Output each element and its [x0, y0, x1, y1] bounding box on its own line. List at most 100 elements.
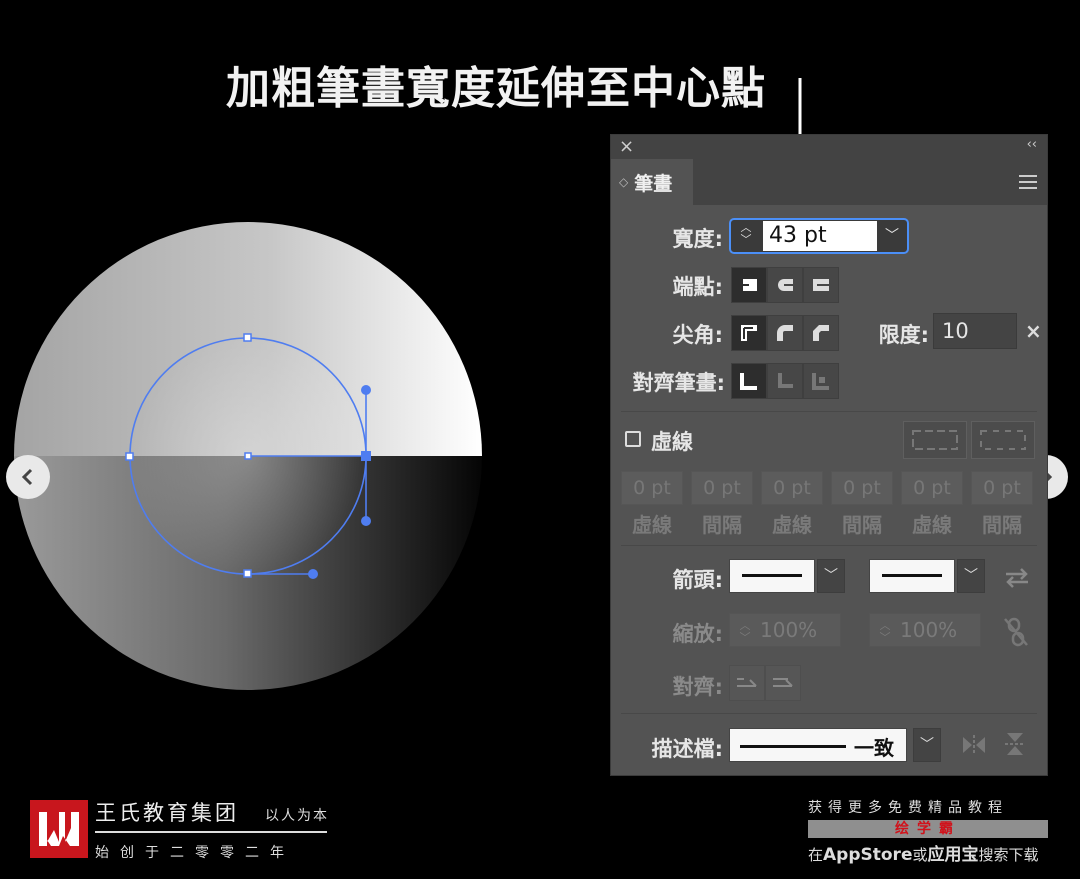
projecting-cap-button[interactable]: [803, 267, 839, 303]
dash-field-label: 虛線: [632, 513, 672, 537]
swap-arrowheads-icon[interactable]: [1003, 567, 1031, 589]
panel-menu-icon[interactable]: [1019, 171, 1037, 193]
promo-app-name: 绘学霸: [808, 820, 1048, 838]
arrow-tip-at-end-icon: [773, 678, 793, 687]
butt-cap-button[interactable]: [731, 267, 767, 303]
promo-line: 获得更多免费精品教程: [808, 800, 1008, 816]
brand-name: 王氏教育集团: [95, 801, 239, 825]
anchor-point: [361, 451, 371, 461]
align-center-icon: [740, 373, 757, 390]
chevron-left-icon: [21, 468, 33, 486]
miter-join-button[interactable]: [731, 315, 767, 351]
canvas-artwork[interactable]: [0, 210, 600, 710]
center-point: [244, 452, 252, 460]
bezier-handle: [308, 569, 318, 579]
width-input[interactable]: 43 pt: [763, 221, 877, 251]
arrowheads-label: 箭頭:: [672, 568, 723, 592]
dashed-line-label: 虛線: [651, 430, 693, 454]
arrow-tip-at-end-button[interactable]: [765, 665, 801, 701]
start-arrowhead-select[interactable]: [729, 559, 815, 593]
profile-value: 一致: [854, 736, 894, 760]
arrow-tip-beyond-button[interactable]: [729, 665, 765, 701]
cap-label: 端點:: [672, 275, 723, 299]
limit-multiplier: ×: [1025, 319, 1042, 343]
brand-motto: 以人为本: [265, 808, 329, 824]
brand-founded: 始创于二零零二年: [95, 845, 295, 861]
anchor-point: [243, 569, 252, 578]
width-field: ︿ ﹀ 43 pt ﹀: [729, 218, 909, 254]
round-join-button[interactable]: [767, 315, 803, 351]
arrow-align-label: 對齊:: [672, 675, 723, 699]
profile-uniform-preview: [740, 745, 846, 748]
gap-field[interactable]: 0 pt: [691, 471, 753, 505]
round-cap-button[interactable]: [767, 267, 803, 303]
bezier-handle: [361, 385, 371, 395]
end-scale-field[interactable]: ︿ ﹀ 100%: [869, 613, 981, 647]
brand-logo: [30, 800, 88, 858]
gap-field[interactable]: 0 pt: [971, 471, 1033, 505]
width-stepper[interactable]: ︿ ﹀: [733, 222, 759, 250]
profile-label: 描述檔:: [651, 737, 723, 761]
dash-preserve-button[interactable]: [903, 421, 967, 459]
tab-stroke-label: 筆畫: [634, 172, 673, 195]
stroke-panel: × ‹‹ ◇ 筆畫 寬度: ︿ ﹀ 43 pt ﹀ 端點: 尖角: 限度: 10 …: [610, 134, 1048, 776]
anchor-point: [243, 333, 252, 342]
width-label: 寬度:: [672, 227, 723, 251]
scale-stepper[interactable]: ︿ ﹀: [870, 619, 900, 644]
arrowhead-none-icon: [742, 574, 802, 577]
separator: [621, 545, 1037, 546]
miter-join-icon: [741, 325, 757, 341]
end-scale-value: 100%: [900, 618, 958, 642]
gap-field-label: 間隔: [702, 513, 742, 537]
start-arrowhead-dropdown-chevron-down-icon[interactable]: ﹀: [817, 559, 845, 593]
promo-download-line: 在AppStore或应用宝搜索下载: [808, 845, 1039, 865]
link-scale-icon[interactable]: [1003, 617, 1029, 647]
align-inside-icon: [778, 373, 793, 388]
end-arrowhead-dropdown-chevron-down-icon[interactable]: ﹀: [957, 559, 985, 593]
bevel-join-button[interactable]: [803, 315, 839, 351]
gap-field-label: 間隔: [842, 513, 882, 537]
round-cap-icon: [778, 279, 793, 291]
end-arrowhead-select[interactable]: [869, 559, 955, 593]
bezier-handle: [361, 516, 371, 526]
close-icon[interactable]: ×: [619, 136, 634, 157]
scale-label: 縮放:: [672, 622, 723, 646]
annotation-heading: 加粗筆畫寬度延伸至中心點: [226, 63, 766, 114]
tab-stroke[interactable]: ◇ 筆畫: [611, 159, 693, 205]
align-outside-button[interactable]: [803, 363, 839, 399]
flip-across-icon[interactable]: [1003, 731, 1027, 757]
dash-preserve-icon: [912, 430, 958, 450]
dash-field[interactable]: 0 pt: [761, 471, 823, 505]
profile-dropdown-chevron-down-icon[interactable]: ﹀: [913, 728, 941, 762]
align-outside-icon: [812, 373, 829, 390]
align-inside-button[interactable]: [767, 363, 803, 399]
scale-stepper[interactable]: ︿ ﹀: [730, 619, 760, 644]
width-dropdown-chevron-down-icon[interactable]: ﹀: [879, 222, 905, 250]
align-center-button[interactable]: [731, 363, 767, 399]
dash-align-corners-button[interactable]: [971, 421, 1035, 459]
brand-divider: [95, 831, 327, 833]
anchor-point: [125, 452, 134, 461]
expand-toggle-icon: ◇: [619, 175, 629, 189]
projecting-cap-icon: [813, 279, 829, 291]
bevel-join-icon: [813, 325, 829, 341]
dashed-line-checkbox[interactable]: [625, 431, 641, 447]
arrow-tip-beyond-icon: [737, 678, 757, 687]
separator: [621, 411, 1037, 412]
profile-select[interactable]: 一致: [729, 728, 907, 762]
dash-field[interactable]: 0 pt: [901, 471, 963, 505]
dash-field[interactable]: 0 pt: [621, 471, 683, 505]
align-stroke-label: 對齊筆畫:: [632, 371, 725, 395]
start-scale-field[interactable]: ︿ ﹀ 100%: [729, 613, 841, 647]
dash-field-label: 虛線: [772, 513, 812, 537]
prev-slide-button[interactable]: [6, 455, 50, 499]
gap-field[interactable]: 0 pt: [831, 471, 893, 505]
panel-tabbar: ◇ 筆畫: [611, 159, 1047, 205]
limit-label: 限度:: [878, 323, 929, 347]
start-scale-value: 100%: [760, 618, 818, 642]
round-join-icon: [777, 325, 793, 341]
gap-field-label: 間隔: [982, 513, 1022, 537]
limit-input[interactable]: 10: [933, 313, 1017, 349]
collapse-icon[interactable]: ‹‹: [1027, 137, 1037, 152]
flip-along-icon[interactable]: [961, 733, 987, 757]
